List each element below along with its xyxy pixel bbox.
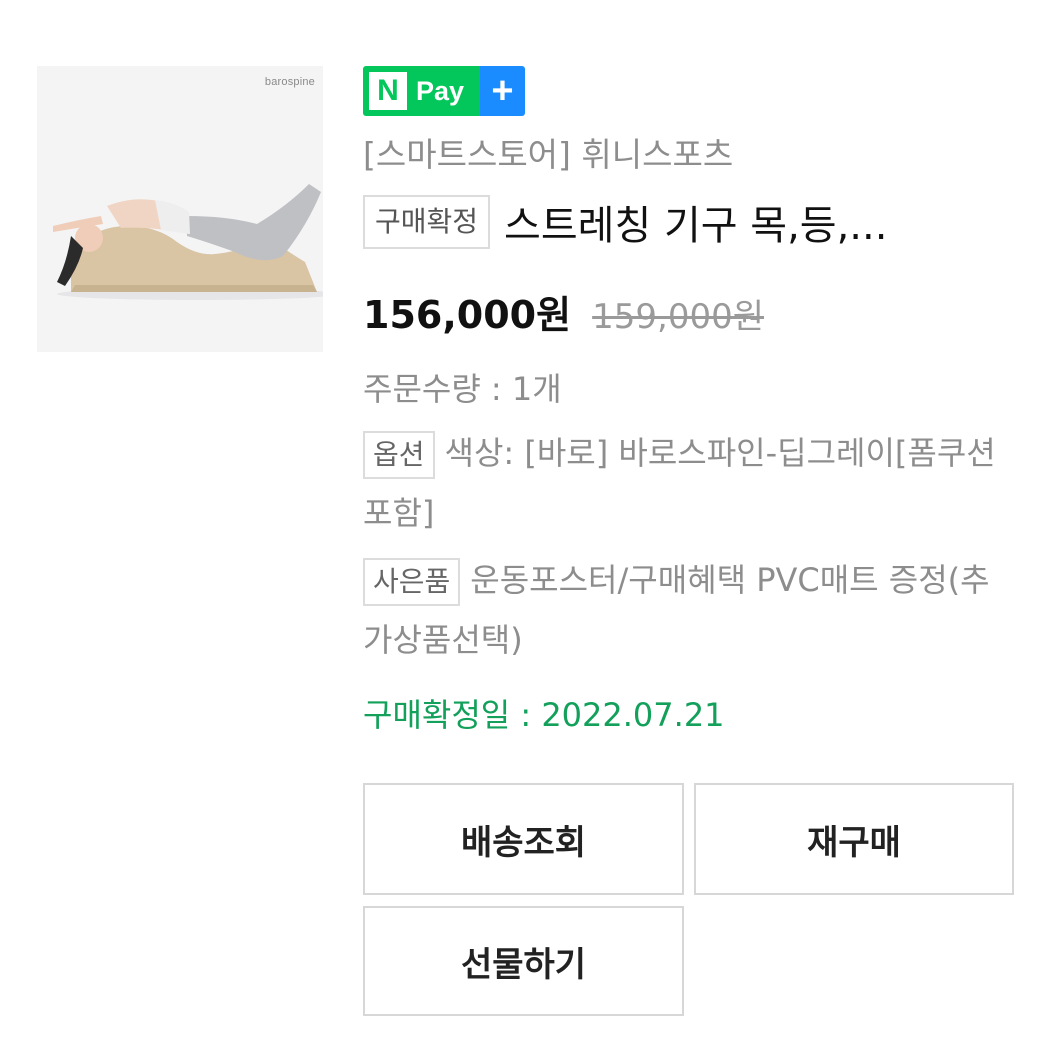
brand-watermark: barospine [264,76,315,88]
original-price: 159,000원 [592,297,765,337]
pay-label: Pay [416,75,465,106]
gift-row: 사은품 운동포스터/구매혜택 PVC매트 증정(추가상품선택) [363,550,1013,670]
rebuy-button[interactable]: 재구매 [694,783,1014,895]
send-gift-button[interactable]: 선물하기 [363,906,684,1016]
order-item-card: barospine N Pay + [스마트스토어] 휘니스포츠 구매확정 스트… [0,0,1050,1050]
price-row: 156,000원 159,000원 [363,284,764,339]
product-title[interactable]: 스트레칭 기구 목,등,... [504,193,887,251]
plus-icon: + [480,66,525,116]
option-text: 색상: [바로] 바로스파인-딥그레이[폼쿠션포함] [363,434,996,532]
purchase-confirm-date: 구매확정일 : 2022.07.21 [363,696,725,734]
title-row: 구매확정 스트레칭 기구 목,등,... [363,193,887,251]
option-row: 옵션 색상: [바로] 바로스파인-딥그레이[폼쿠션포함] [363,423,1013,543]
store-name[interactable]: [스마트스토어] 휘니스포츠 [363,128,733,176]
naver-n-icon: N [369,72,407,110]
naver-pay-plus-badge: N Pay + [363,66,525,116]
status-badge: 구매확정 [363,195,491,249]
product-photo-illustration [53,184,323,300]
product-image[interactable]: barospine [37,66,323,352]
order-quantity: 주문수량 : 1개 [363,370,562,408]
sale-price: 156,000원 [363,293,572,337]
naver-pay-logo: N Pay [363,66,480,116]
option-tag: 옵션 [363,431,435,479]
track-delivery-button[interactable]: 배송조회 [363,783,684,895]
gift-tag: 사은품 [363,558,461,606]
